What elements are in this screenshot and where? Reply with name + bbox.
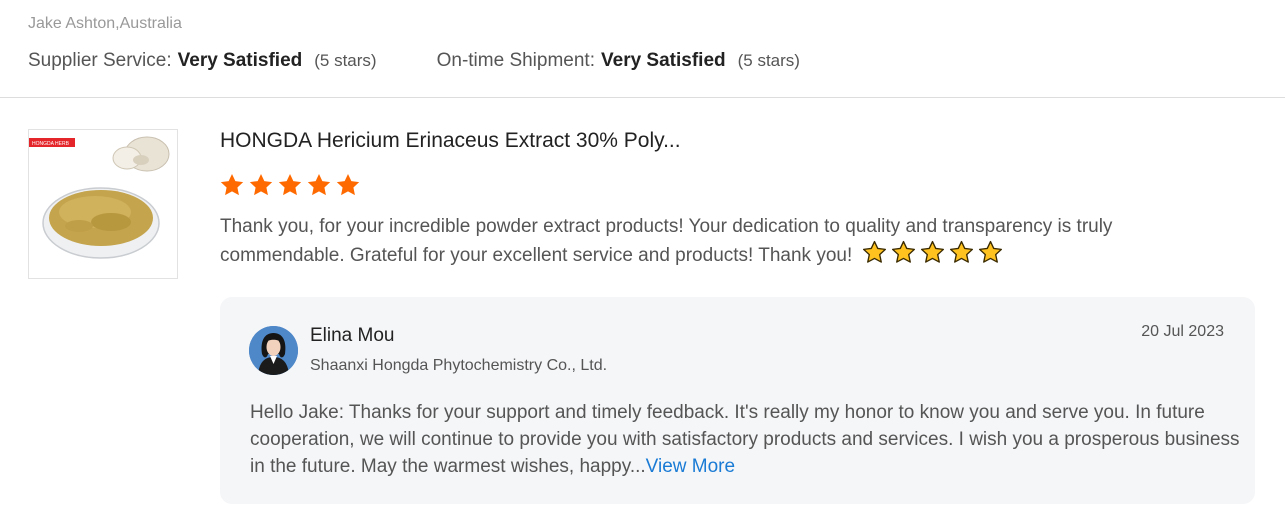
product-image-badge: HONGDA HERB xyxy=(32,141,70,147)
star-icon xyxy=(249,173,273,196)
rating-stars-note: (5 stars) xyxy=(737,51,800,70)
star-icon xyxy=(278,173,302,196)
rating-stars-note: (5 stars) xyxy=(314,51,377,70)
on-time-shipment-rating: On-time Shipment: Very Satisfied (5 star… xyxy=(437,50,800,72)
star-icon xyxy=(336,173,360,196)
product-photo: HONGDA HERB xyxy=(29,136,170,259)
reply-company-name: Shaanxi Hongda Phytochemistry Co., Ltd. xyxy=(310,357,608,374)
star-emoji-icon xyxy=(891,240,915,263)
star-emoji-icon xyxy=(920,240,944,263)
reviewer-name-location: Jake Ashton,Australia xyxy=(28,15,182,32)
avatar-photo xyxy=(249,326,298,375)
reply-date: 20 Jul 2023 xyxy=(1141,323,1224,340)
star-emoji-icon xyxy=(949,240,973,263)
product-rating-stars xyxy=(219,172,361,198)
supplier-service-rating: Supplier Service: Very Satisfied (5 star… xyxy=(28,50,377,72)
rating-value: Very Satisfied xyxy=(177,50,303,71)
product-title[interactable]: HONGDA Hericium Erinaceus Extract 30% Po… xyxy=(220,129,681,153)
product-image[interactable]: HONGDA HERB xyxy=(28,129,178,279)
avatar xyxy=(249,326,298,375)
star-icon xyxy=(307,173,331,196)
ratings-summary: Supplier Service: Very Satisfied (5 star… xyxy=(28,50,800,72)
rating-label: On-time Shipment: xyxy=(436,50,595,71)
rating-value: Very Satisfied xyxy=(601,50,726,71)
rating-label: Supplier Service: xyxy=(28,50,172,71)
star-emojis xyxy=(862,240,1003,265)
view-more-link[interactable]: View More xyxy=(646,456,735,477)
section-divider xyxy=(0,97,1285,98)
reply-text: Hello Jake: Thanks for your support and … xyxy=(250,402,1240,477)
star-icon xyxy=(220,173,244,196)
star-emoji-icon xyxy=(862,240,886,263)
review-body: Thank you, for your incredible powder ex… xyxy=(220,213,1220,269)
star-emoji-icon xyxy=(978,240,1002,263)
reply-author-name: Elina Mou xyxy=(310,325,395,346)
reply-body: Hello Jake: Thanks for your support and … xyxy=(250,399,1240,480)
supplier-reply: Elina Mou Shaanxi Hongda Phytochemistry … xyxy=(220,297,1255,504)
